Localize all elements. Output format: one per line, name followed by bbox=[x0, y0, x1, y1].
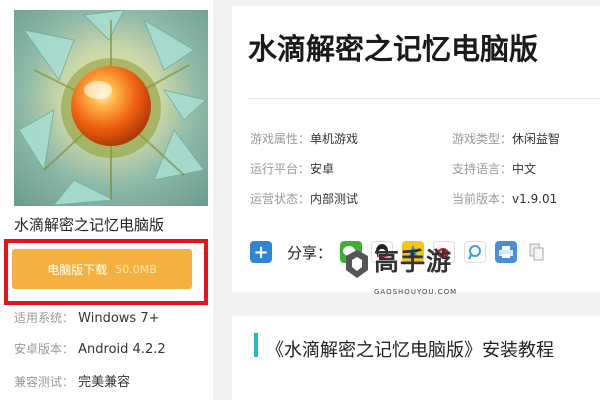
attr-key: 支持语言： bbox=[452, 162, 513, 176]
attr-game-property: 游戏属性：单机游戏 bbox=[250, 130, 358, 147]
share-label: 分享： bbox=[287, 243, 333, 262]
plus-icon[interactable]: + bbox=[250, 241, 272, 263]
spec-key: 兼容测试： bbox=[14, 375, 75, 389]
attr-key: 运营状态： bbox=[250, 192, 311, 206]
spec-row-android: 安卓版本： Android 4.2.2 bbox=[14, 340, 166, 357]
spec-row-os: 适用系统： Windows 7+ bbox=[14, 309, 159, 326]
attr-key: 游戏属性： bbox=[250, 132, 311, 146]
attr-platform: 运行平台：安卓 bbox=[250, 160, 334, 177]
copy-icon[interactable] bbox=[526, 241, 549, 263]
attr-value: 中文 bbox=[512, 162, 537, 176]
gaoshouyou-watermark: 高手游 GAOSHOUYOU.COM bbox=[344, 240, 464, 298]
attr-value: 安卓 bbox=[310, 162, 335, 176]
attr-version: 当前版本：v1.9.01 bbox=[452, 190, 557, 207]
tutorial-title[interactable]: 《水滴解密之记忆电脑版》安装教程 bbox=[266, 336, 554, 362]
title-divider bbox=[248, 98, 600, 99]
attr-language: 支持语言：中文 bbox=[452, 160, 536, 177]
gaoshouyou-logo-icon bbox=[346, 250, 368, 278]
spec-value: Windows 7+ bbox=[78, 311, 160, 326]
attr-key: 当前版本： bbox=[452, 192, 513, 206]
spec-row-compat: 兼容测试： 完美兼容 bbox=[14, 371, 130, 390]
game-name-label: 水滴解密之记忆电脑版 bbox=[14, 216, 165, 234]
orange-drop-artwork bbox=[18, 10, 208, 206]
attr-value: 休闲益智 bbox=[512, 132, 561, 146]
pc-download-button[interactable]: 电脑版下载 50.0MB bbox=[12, 249, 192, 289]
attr-value: 单机游戏 bbox=[310, 132, 359, 146]
watermark-domain: GAOSHOUYOU.COM bbox=[374, 288, 458, 296]
print-icon[interactable] bbox=[495, 241, 518, 263]
spec-key: 适用系统： bbox=[14, 311, 75, 325]
attr-value: 内部测试 bbox=[310, 192, 359, 206]
watermark-title: 高手游 bbox=[374, 247, 453, 276]
spec-value: 完美兼容 bbox=[78, 375, 131, 390]
tencent-weibo-icon[interactable] bbox=[464, 241, 487, 263]
attr-key: 游戏类型： bbox=[452, 132, 513, 146]
attr-value: v1.9.01 bbox=[512, 192, 558, 206]
spec-key: 安卓版本： bbox=[14, 342, 75, 356]
spec-value: Android 4.2.2 bbox=[78, 342, 166, 357]
attr-status: 运营状态：内部测试 bbox=[250, 190, 358, 207]
game-cover-image[interactable] bbox=[14, 10, 208, 206]
page-title: 水滴解密之记忆电脑版 bbox=[248, 32, 539, 66]
tutorial-accent-bar bbox=[254, 333, 258, 357]
attr-game-type: 游戏类型：休闲益智 bbox=[452, 130, 560, 147]
attr-key: 运行平台： bbox=[250, 162, 311, 176]
download-button-label: 电脑版下载 bbox=[47, 262, 108, 277]
download-size: 50.0MB bbox=[115, 262, 157, 276]
